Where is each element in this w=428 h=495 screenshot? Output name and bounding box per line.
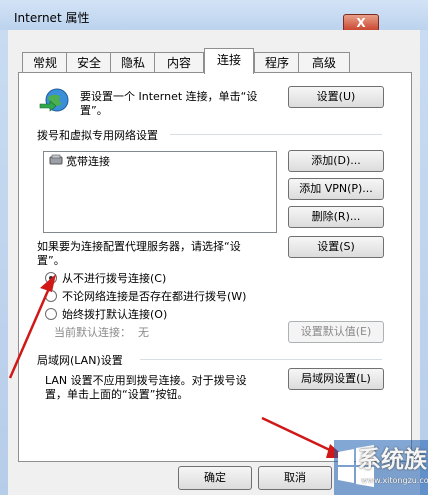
lan-group-divider	[140, 359, 382, 360]
never-dial-label[interactable]: 从不进行拨号连接(C)	[62, 270, 166, 286]
proxy-instruction-line1: 如果要为连接配置代理服务器，请选择“设	[37, 240, 241, 253]
lan-instruction-line2: 置，单击上面的“设置”按钮。	[45, 388, 189, 401]
tab-programs[interactable]: 程序	[254, 52, 300, 73]
proxy-instruction-line2: 置”。	[37, 254, 65, 267]
setup-button[interactable]: 设置(U)	[288, 86, 384, 108]
tab-privacy[interactable]: 隐私	[110, 52, 156, 73]
always-dial-default-radio[interactable]	[45, 308, 57, 320]
tab-advanced[interactable]: 高级	[298, 52, 350, 73]
dial-whenever-no-network-radio[interactable]	[45, 290, 57, 302]
tab-connections[interactable]: 连接	[204, 48, 254, 74]
connection-settings-button[interactable]: 设置(S)	[288, 236, 384, 258]
never-dial-radio[interactable]	[45, 272, 57, 284]
dial-whenever-no-network-label[interactable]: 不论网络连接是否存在都进行拨号(W)	[62, 288, 246, 304]
lan-group-label: 局域网(LAN)设置	[37, 354, 123, 367]
tab-content[interactable]: 内容	[154, 52, 204, 73]
watermark-url: www.xitongzu.com	[361, 476, 428, 485]
tab-security[interactable]: 安全	[66, 52, 112, 73]
current-default-label: 当前默认连接：	[54, 326, 131, 339]
dialup-group-divider	[170, 134, 382, 135]
cancel-button[interactable]: 取消	[258, 466, 332, 490]
window-title: Internet 属性	[14, 11, 90, 25]
list-item[interactable]: 宽带连接	[66, 153, 110, 169]
dialup-group-label: 拨号和虚拟专用网络设置	[37, 129, 158, 142]
set-default-button[interactable]: 设置默认值(E)	[288, 321, 384, 343]
setup-instruction-line2: 置”。	[80, 104, 108, 117]
add-vpn-button[interactable]: 添加 VPN(P)...	[288, 178, 384, 200]
watermark-text: 系统族	[358, 447, 427, 473]
broadband-connection-icon	[49, 154, 63, 165]
internet-globe-icon	[39, 88, 69, 112]
tab-general[interactable]: 常规	[22, 52, 68, 73]
lan-settings-button[interactable]: 局域网设置(L)	[288, 368, 384, 390]
ok-button[interactable]: 确定	[178, 466, 252, 490]
current-default-value: 无	[138, 326, 149, 339]
add-connection-button[interactable]: 添加(D)...	[288, 150, 384, 172]
always-dial-default-label[interactable]: 始终拨打默认连接(O)	[62, 306, 167, 322]
remove-connection-button[interactable]: 删除(R)...	[288, 206, 384, 228]
